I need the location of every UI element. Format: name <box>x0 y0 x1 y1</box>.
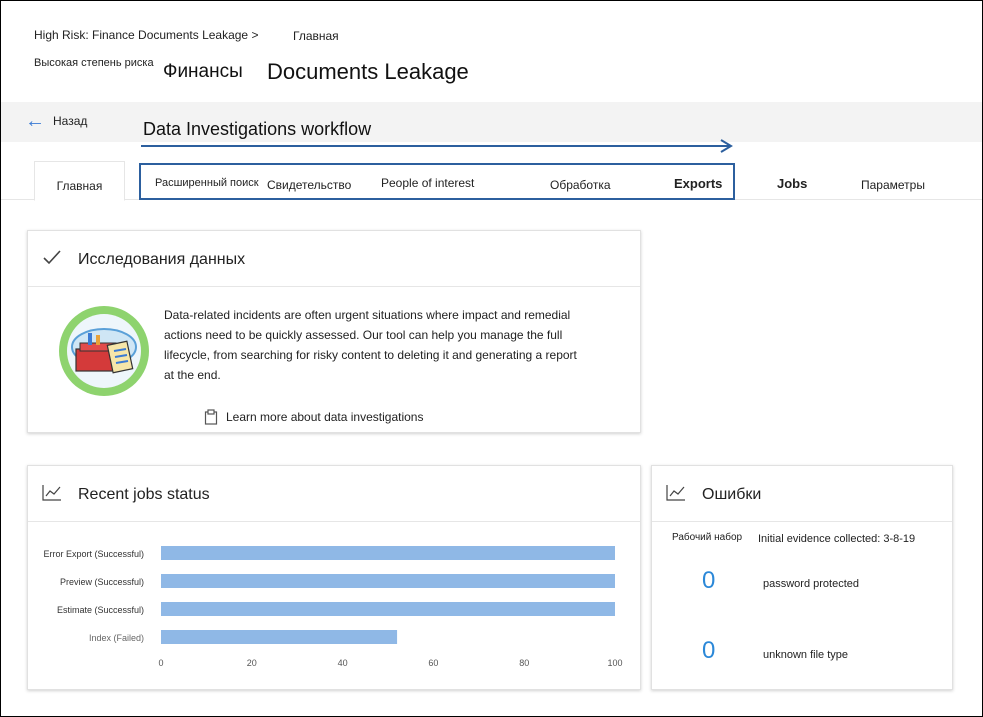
workset-label: Рабочий набор <box>672 532 743 543</box>
chart-x-tick-label: 40 <box>338 658 348 668</box>
arrow-left-icon: ← <box>25 110 45 132</box>
card-title: Ошибки <box>702 486 762 503</box>
card-title: Recent jobs status <box>78 486 210 503</box>
chart-x-tick-label: 0 <box>158 658 163 668</box>
line-chart-icon <box>666 485 685 501</box>
chart-bar[interactable] <box>161 546 615 560</box>
back-label: Назад <box>53 114 88 128</box>
chart-x-tick-label: 100 <box>607 658 622 668</box>
toolbox-illustration <box>59 306 149 396</box>
card-header: Ошибки <box>652 466 952 522</box>
learn-more-label: Learn more about data investigations <box>226 410 424 424</box>
page-title-prefix: Высокая степень риска <box>34 57 154 69</box>
chart-bar[interactable] <box>161 602 615 616</box>
app-window: High Risk: Finance Documents Leakage > Г… <box>0 0 983 717</box>
chart-x-tick-label: 80 <box>519 658 529 668</box>
chart-category-label: Error Export (Successful) <box>43 549 144 559</box>
tab-people-of-interest[interactable]: People of interest <box>381 176 474 190</box>
error-label: password protected <box>763 578 859 590</box>
error-label: unknown file type <box>763 649 848 661</box>
tab-home[interactable]: Главная <box>34 161 125 201</box>
data-investigations-card: Исследования данных Data-related inciden… <box>27 230 641 433</box>
chart-category-label: Index (Failed) <box>89 633 144 643</box>
chart-x-tick-label: 20 <box>247 658 257 668</box>
card-header: Recent jobs status <box>28 466 640 522</box>
back-button[interactable]: ← Назад <box>25 110 88 132</box>
tab-advanced-search[interactable]: Расширенный поиск <box>155 177 259 189</box>
chart-category-label: Estimate (Successful) <box>57 605 144 615</box>
errors-card: Ошибки Рабочий набор Initial evidence co… <box>651 465 953 690</box>
chart-category-label: Preview (Successful) <box>60 577 144 587</box>
card-header: Исследования данных <box>28 231 640 287</box>
chart-bar[interactable] <box>161 630 398 644</box>
page-title: Documents Leakage <box>267 59 469 84</box>
learn-more-link[interactable]: Learn more about data investigations <box>204 409 423 425</box>
workflow-label: Data Investigations workflow <box>143 119 372 139</box>
error-count[interactable]: 0 <box>702 637 715 665</box>
data-investigations-description: Data-related incidents are often urgent … <box>164 308 577 382</box>
workflow-arrow-icon <box>141 139 733 153</box>
chart-bar[interactable] <box>161 574 615 588</box>
clipboard-icon <box>204 409 218 425</box>
page-title-part1: Финансы <box>163 61 243 82</box>
chart-x-tick-label: 60 <box>428 658 438 668</box>
workset-value[interactable]: Initial evidence collected: 3-8-19 <box>758 533 915 545</box>
breadcrumb-current: Главная <box>293 29 339 43</box>
tab-settings[interactable]: Параметры <box>861 178 925 192</box>
line-chart-icon <box>42 485 61 501</box>
checkmark-icon <box>43 250 61 265</box>
error-count[interactable]: 0 <box>702 567 715 595</box>
jobs-bar-chart: Error Export (Successful) Preview (Succes… <box>43 546 623 668</box>
card-title: Исследования данных <box>78 251 246 268</box>
recent-jobs-card: Recent jobs status Error Export (Success… <box>27 465 641 690</box>
breadcrumb[interactable]: High Risk: Finance Documents Leakage > <box>34 28 258 42</box>
tab-jobs[interactable]: Jobs <box>777 176 807 191</box>
tab-processing[interactable]: Обработка <box>550 178 611 192</box>
tab-exports[interactable]: Exports <box>674 176 722 191</box>
tab-evidence[interactable]: Свидетельство <box>267 178 351 192</box>
